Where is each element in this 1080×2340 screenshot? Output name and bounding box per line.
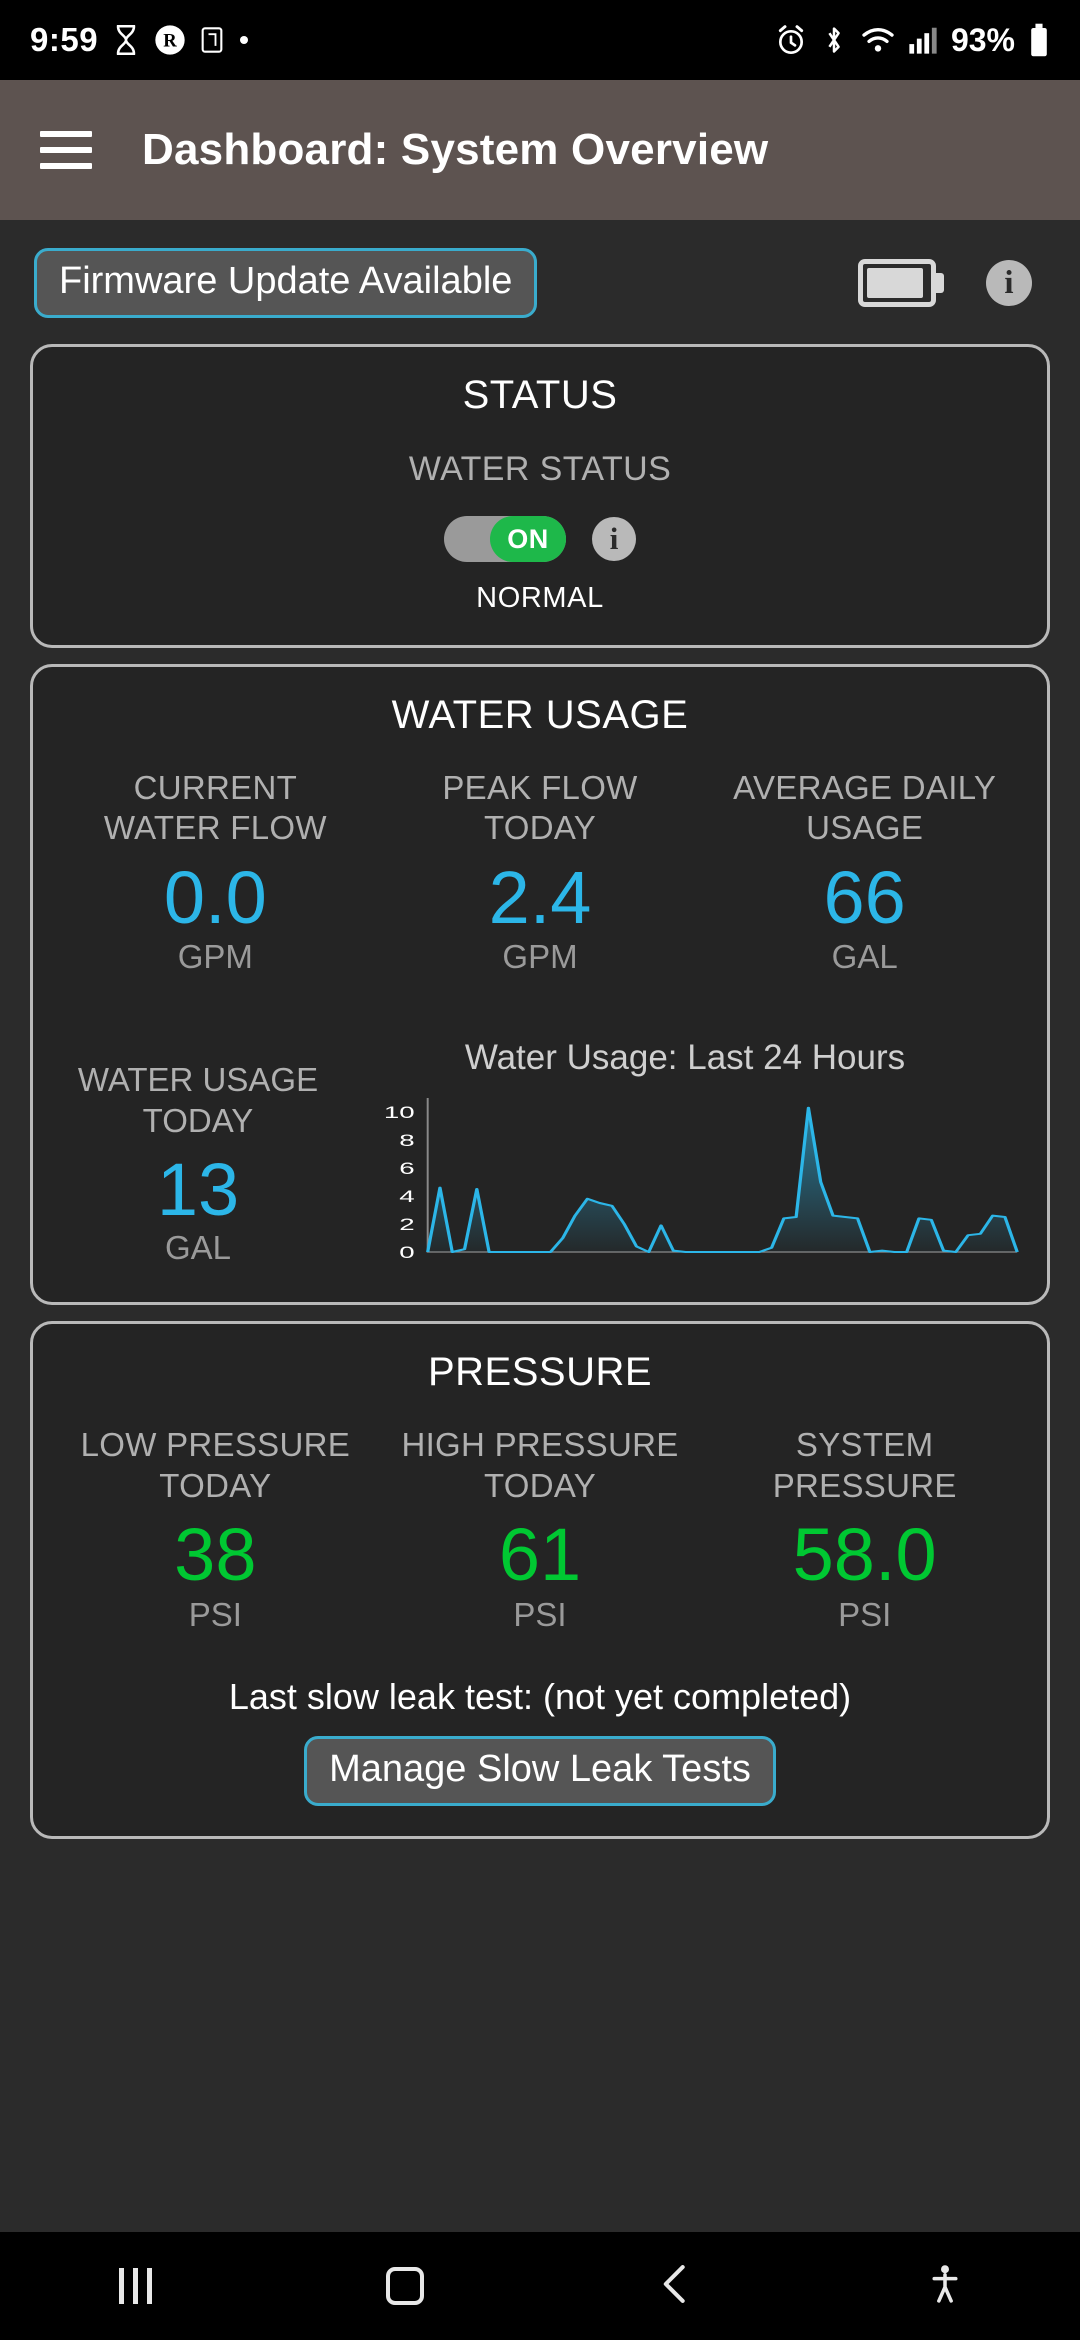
hamburger-menu-icon[interactable] bbox=[40, 131, 92, 169]
metric-low-pressure-today: LOW PRESSURE TODAY 38 PSI bbox=[53, 1425, 378, 1633]
metric-label-line1: PEAK FLOW bbox=[442, 769, 638, 807]
metric-unit: PSI bbox=[513, 1595, 567, 1633]
metric-value: 61 bbox=[498, 1512, 582, 1596]
metric-label-line1: SYSTEM bbox=[795, 1426, 934, 1464]
status-bar-clock: 9:59 bbox=[30, 21, 99, 58]
nav-home-button[interactable] bbox=[270, 2267, 540, 2305]
water-status-label: WATER STATUS bbox=[408, 450, 672, 488]
chart-y-tick-label: 4 bbox=[399, 1187, 415, 1206]
manage-slow-leak-tests-button[interactable]: Manage Slow Leak Tests bbox=[304, 1735, 776, 1806]
metric-unit: GAL bbox=[164, 1228, 232, 1266]
home-icon bbox=[386, 2267, 424, 2305]
water-status-info-icon[interactable]: i bbox=[592, 517, 636, 562]
back-icon bbox=[657, 2264, 693, 2309]
slow-leak-test-status: Last slow leak test: (not yet completed) bbox=[228, 1675, 852, 1717]
water-status-state: NORMAL bbox=[476, 582, 604, 615]
water-usage-card-title: WATER USAGE bbox=[391, 693, 689, 738]
wifi-icon bbox=[861, 26, 895, 54]
battery-percent-label: 93% bbox=[950, 21, 1015, 58]
slow-leak-test-button-row: Manage Slow Leak Tests bbox=[53, 1735, 1027, 1806]
metric-label-line1: LOW PRESSURE bbox=[80, 1426, 351, 1464]
metric-value: 58.0 bbox=[792, 1512, 937, 1596]
chart-y-tick-label: 2 bbox=[399, 1215, 414, 1234]
chart-plot-area: 0 2 4 6 8 10 bbox=[343, 1092, 1027, 1272]
metric-unit: PSI bbox=[838, 1595, 892, 1633]
status-card: STATUS WATER STATUS ON i NORMAL bbox=[30, 344, 1050, 649]
metric-label-line1: WATER USAGE bbox=[77, 1061, 319, 1099]
metric-label-line1: HIGH PRESSURE bbox=[401, 1426, 679, 1464]
metric-average-daily-usage: AVERAGE DAILY USAGE 66 GAL bbox=[702, 768, 1027, 976]
status-card-title: STATUS bbox=[462, 373, 618, 417]
metric-value: 13 bbox=[156, 1147, 240, 1231]
bluetooth-icon bbox=[820, 24, 848, 56]
phone-screen: 9:59 R 93% Dashboard: System Overview Fi… bbox=[0, 0, 1080, 2340]
metric-value: 0.0 bbox=[163, 855, 267, 939]
water-status-toggle-row: ON i bbox=[53, 516, 1027, 563]
dot-icon bbox=[238, 34, 250, 46]
metric-value: 38 bbox=[174, 1512, 257, 1596]
cellular-signal-icon bbox=[908, 25, 938, 55]
water-usage-metrics: CURRENT WATER FLOW 0.0 GPM PEAK FLOW TOD… bbox=[53, 768, 1027, 976]
metric-label-line1: CURRENT bbox=[133, 769, 298, 807]
water-status-toggle[interactable]: ON bbox=[444, 516, 566, 563]
metric-current-water-flow: CURRENT WATER FLOW 0.0 GPM bbox=[53, 768, 378, 976]
chart-y-tick-label: 0 bbox=[399, 1243, 414, 1262]
status-bar-right: 93% bbox=[775, 22, 1050, 59]
metric-value: 2.4 bbox=[488, 855, 592, 939]
metric-unit: GPM bbox=[502, 938, 578, 976]
chart-area-fill bbox=[427, 1108, 1018, 1253]
metric-value: 66 bbox=[823, 855, 906, 939]
android-navigation-bar bbox=[0, 2232, 1080, 2340]
metric-unit: PSI bbox=[188, 1595, 242, 1633]
firmware-update-button[interactable]: Firmware Update Available bbox=[34, 248, 538, 318]
chart-title: Water Usage: Last 24 Hours bbox=[464, 1038, 906, 1078]
water-usage-card: WATER USAGE CURRENT WATER FLOW 0.0 GPM P… bbox=[30, 664, 1050, 1306]
water-usage-chart-row: WATER USAGE TODAY 13 GAL Water Usage: La… bbox=[53, 1038, 1027, 1272]
nfc-tag-icon bbox=[200, 26, 224, 54]
dashboard-scroll-area[interactable]: Firmware Update Available i STATUS WATER… bbox=[0, 220, 1080, 2232]
chart-y-tick-label: 8 bbox=[399, 1131, 414, 1150]
alarm-icon bbox=[775, 24, 807, 56]
r-circle-icon: R bbox=[154, 24, 186, 56]
water-status-toggle-label: ON bbox=[490, 516, 566, 563]
pressure-card-title: PRESSURE bbox=[427, 1350, 653, 1395]
top-status-icons: i bbox=[858, 259, 1046, 307]
metric-label-line2: PRESSURE bbox=[772, 1466, 957, 1504]
system-status-bar: 9:59 R 93% bbox=[0, 0, 1080, 80]
metric-unit: GPM bbox=[177, 938, 253, 976]
pressure-card: PRESSURE LOW PRESSURE TODAY 38 PSI HIGH … bbox=[30, 1321, 1050, 1839]
metric-label-line2: TODAY bbox=[142, 1101, 254, 1139]
chart-y-tick-label: 6 bbox=[399, 1159, 414, 1178]
accessibility-icon bbox=[928, 2264, 962, 2309]
metric-label-line2: WATER FLOW bbox=[103, 809, 327, 847]
metric-unit: GAL bbox=[831, 938, 898, 976]
battery-icon bbox=[1028, 23, 1050, 57]
pressure-metrics: LOW PRESSURE TODAY 38 PSI HIGH PRESSURE … bbox=[53, 1425, 1027, 1633]
metric-label-line1: AVERAGE DAILY bbox=[733, 769, 997, 807]
metric-water-usage-today: WATER USAGE TODAY 13 GAL bbox=[53, 1038, 343, 1266]
top-action-row: Firmware Update Available i bbox=[0, 220, 1080, 328]
water-usage-chart[interactable]: Water Usage: Last 24 Hours 0 2 4 6 8 10 bbox=[343, 1038, 1027, 1272]
recents-icon bbox=[118, 2268, 152, 2304]
metric-peak-flow-today: PEAK FLOW TODAY 2.4 GPM bbox=[378, 768, 703, 976]
metric-label-line2: TODAY bbox=[159, 1466, 272, 1504]
app-bar: Dashboard: System Overview bbox=[0, 80, 1080, 220]
metric-label-line2: USAGE bbox=[806, 809, 924, 847]
nav-back-button[interactable] bbox=[540, 2264, 810, 2309]
page-title: Dashboard: System Overview bbox=[142, 125, 769, 174]
dashboard-info-icon[interactable]: i bbox=[986, 260, 1032, 306]
svg-text:R: R bbox=[163, 31, 177, 52]
hourglass-icon bbox=[112, 24, 140, 56]
metric-label-line2: TODAY bbox=[483, 809, 597, 847]
chart-svg: 0 2 4 6 8 10 bbox=[384, 1098, 1019, 1262]
metric-system-pressure: SYSTEM PRESSURE 58.0 PSI bbox=[702, 1425, 1027, 1633]
metric-label-line2: TODAY bbox=[483, 1466, 597, 1504]
device-battery-icon[interactable] bbox=[858, 259, 944, 307]
metric-high-pressure-today: HIGH PRESSURE TODAY 61 PSI bbox=[378, 1425, 703, 1633]
status-bar-left: 9:59 R bbox=[30, 21, 250, 59]
nav-recents-button[interactable] bbox=[0, 2268, 270, 2304]
chart-y-tick-label: 10 bbox=[384, 1103, 415, 1122]
nav-accessibility-button[interactable] bbox=[810, 2264, 1080, 2309]
